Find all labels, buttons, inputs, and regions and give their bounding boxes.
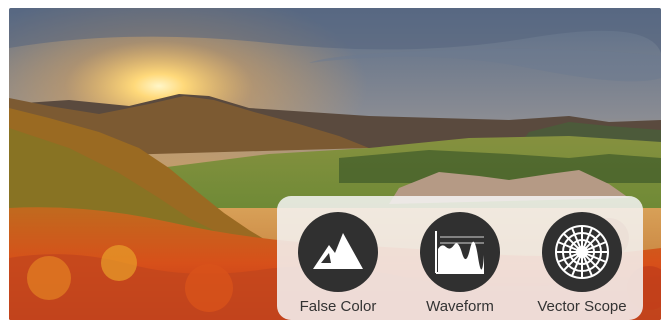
vectorscope-icon [555,225,609,279]
vector-scope-button[interactable] [542,212,622,292]
photo-preview: False Color Waveform Vector Scope [9,8,661,320]
false-color-label: False Color [299,298,377,315]
waveform-button[interactable] [420,212,500,292]
false-color-tool[interactable]: False Color [283,212,393,315]
vector-scope-label: Vector Scope [537,298,627,315]
scope-tools-panel: False Color Waveform Vector Scope [277,196,643,320]
waveform-tool[interactable]: Waveform [405,212,515,315]
false-color-button[interactable] [298,212,378,292]
vector-scope-tool[interactable]: Vector Scope [527,212,637,315]
mountain-icon [313,233,363,269]
waveform-label: Waveform [426,298,494,315]
waveform-icon [435,231,484,274]
